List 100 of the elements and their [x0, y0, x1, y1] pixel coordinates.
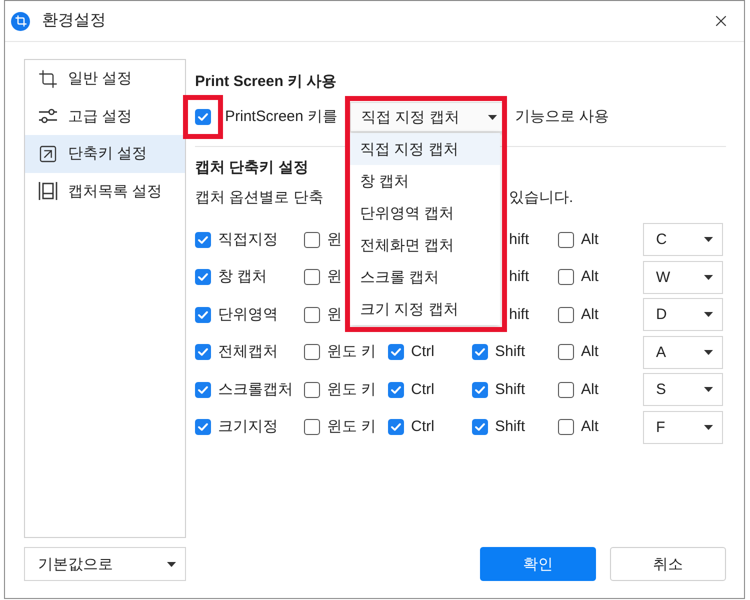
checkbox-label: 윈도 키 [327, 380, 376, 400]
caret-icon [704, 237, 713, 242]
check-icon [198, 423, 208, 432]
confirm-button[interactable]: 확인 [480, 547, 596, 581]
checkbox-label: Ctrl [411, 417, 434, 438]
checkbox-label: hift [509, 267, 530, 288]
key-select[interactable]: C [643, 223, 723, 256]
checkbox[interactable] [388, 382, 404, 398]
checkbox-label: 전체캡처 [218, 342, 278, 362]
checkbox-label: Shift [495, 380, 526, 400]
checkbox-label: 윈 [327, 230, 342, 250]
crop-badge-icon [11, 12, 30, 30]
checkbox[interactable] [195, 419, 211, 436]
option-text: 기능으로 사용 [515, 107, 610, 127]
checkbox[interactable] [558, 344, 574, 360]
cancel-button[interactable]: 취소 [610, 547, 726, 581]
checkbox-label: hift [509, 230, 530, 250]
check-icon [198, 348, 208, 356]
checkbox[interactable] [558, 232, 574, 248]
check-icon [198, 113, 208, 121]
caret-icon [704, 387, 713, 392]
checkbox[interactable] [195, 109, 211, 125]
check-icon [475, 423, 485, 432]
check-icon [475, 386, 485, 394]
reset-select[interactable]: 기본값으로 [24, 547, 186, 581]
key-select[interactable]: S [643, 373, 723, 406]
checkbox[interactable] [195, 344, 211, 360]
check-icon [475, 348, 485, 356]
capture-mode-select[interactable]: 직접 지정 캡처 [350, 102, 505, 132]
checkbox-label: Alt [581, 417, 599, 438]
check-icon [391, 423, 401, 432]
checkbox[interactable] [195, 382, 211, 398]
checkbox[interactable] [304, 344, 320, 360]
section-heading: Print Screen 키 사용 [195, 72, 338, 92]
checkbox[interactable] [472, 344, 488, 360]
checkbox-label: 스크롤캡처 [218, 380, 293, 400]
checkbox[interactable] [472, 419, 488, 436]
check-icon [198, 236, 208, 244]
checkbox-label: Shift [495, 342, 526, 362]
checkbox[interactable] [558, 306, 574, 323]
checkbox-label: 크기지정 [218, 417, 278, 438]
sidebar-item[interactable]: 일반 설정 [25, 60, 185, 98]
checkbox[interactable] [195, 269, 211, 286]
checkbox-label: PrintScreen 키를 [225, 107, 339, 127]
key-select[interactable]: D [643, 298, 723, 332]
checkbox[interactable] [304, 269, 320, 286]
key-select[interactable]: F [643, 410, 723, 444]
check-icon [391, 348, 401, 356]
checkbox-label: 창 캡처 [218, 267, 268, 288]
checkbox[interactable] [558, 419, 574, 436]
checkbox-label: Alt [581, 267, 599, 288]
checkbox-label: 윈도 키 [327, 342, 376, 362]
checkbox-label: Alt [581, 380, 599, 400]
check-icon [391, 386, 401, 394]
menu-item[interactable]: 전체화면 캡처 [350, 229, 500, 261]
caret-icon [704, 312, 713, 318]
checkbox[interactable] [558, 382, 574, 398]
caret-icon [704, 274, 713, 280]
checkbox-label: Alt [581, 304, 599, 325]
checkbox-label: Ctrl [411, 342, 434, 362]
checkbox[interactable] [304, 419, 320, 436]
checkbox-label: Ctrl [411, 380, 434, 400]
checkbox[interactable] [388, 344, 404, 360]
caret-icon [488, 114, 497, 120]
key-select[interactable]: W [643, 260, 723, 294]
checkbox[interactable] [304, 232, 320, 248]
sidebar-item[interactable]: 캡처목록 설정 [25, 172, 185, 210]
check-icon [198, 273, 208, 282]
description-text: 있습니다. [509, 188, 574, 208]
checkbox[interactable] [195, 232, 211, 248]
menu-item[interactable]: 스크롤 캡처 [350, 261, 500, 293]
checkbox[interactable] [195, 306, 211, 323]
checkbox-label: hift [509, 304, 530, 325]
checkbox[interactable] [304, 382, 320, 398]
key-select[interactable]: A [643, 336, 723, 369]
check-icon [198, 386, 208, 394]
checkbox-label: 윈 [327, 267, 342, 288]
menu-item[interactable]: 크기 지정 캡처 [350, 293, 500, 325]
sidebar-item[interactable]: 고급 설정 [25, 98, 185, 135]
checkbox-label: 단위영역 [218, 304, 278, 325]
caret-icon [704, 424, 713, 430]
checkbox[interactable] [388, 419, 404, 436]
checkbox-label: 윈도 키 [327, 417, 376, 438]
caret-icon [167, 562, 176, 566]
checkbox[interactable] [304, 306, 320, 323]
columns-icon [38, 181, 58, 202]
caret-icon [704, 350, 713, 355]
sidebar-item[interactable]: 단축키 설정 [25, 135, 185, 172]
checkbox-label: Shift [495, 417, 526, 438]
checkbox[interactable] [558, 269, 574, 286]
section-heading: 캡처 단축키 설정 [195, 158, 310, 178]
check-icon [198, 310, 208, 319]
checkbox-label: 윈 [327, 304, 342, 325]
menu-item[interactable]: 단위영역 캡처 [350, 197, 500, 229]
menu-item[interactable]: 창 캡처 [350, 165, 500, 197]
checkbox-label: 직접지정 [218, 230, 278, 250]
crop-icon [38, 68, 58, 89]
checkbox[interactable] [472, 382, 488, 398]
description-text: 캡처 옵션별로 단축 [195, 188, 324, 208]
menu-item[interactable]: 직접 지정 캡처 [350, 133, 500, 165]
